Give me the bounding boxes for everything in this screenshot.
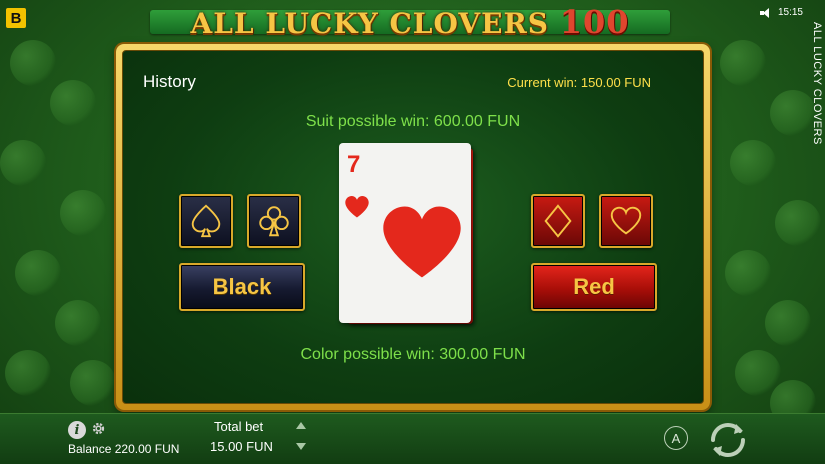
heart-button[interactable]: [599, 194, 653, 248]
club-button[interactable]: [247, 194, 301, 248]
history-label[interactable]: History: [143, 72, 196, 92]
diamond-button[interactable]: [531, 194, 585, 248]
red-button[interactable]: Red: [531, 263, 657, 311]
side-game-label: ALL LUCKY CLOVERS: [811, 22, 823, 145]
game-title-banner: ALL LUCKY CLOVERS 100: [150, 2, 670, 42]
club-icon: [259, 206, 289, 237]
diamond-icon: [544, 204, 572, 238]
playing-card: 7: [339, 143, 471, 323]
black-button[interactable]: Black: [179, 263, 305, 311]
heart-icon: [383, 206, 461, 278]
suit-possible-win: Suit possible win: 600.00 FUN: [305, 113, 521, 130]
spade-button[interactable]: [179, 194, 233, 248]
bet-decrease-icon[interactable]: [296, 443, 306, 450]
total-bet-value: 15.00 FUN: [210, 439, 273, 454]
balance-value: 220.00 FUN: [114, 442, 180, 456]
bottom-bar: i Balance 220.00 FUN Total bet 15.00 FUN…: [0, 413, 825, 464]
speaker-icon[interactable]: [759, 7, 772, 18]
brand-logo: B: [6, 8, 26, 28]
heart-icon: [345, 195, 369, 218]
gear-icon[interactable]: [91, 421, 106, 436]
spin-icon[interactable]: [705, 418, 751, 462]
bet-increase-icon[interactable]: [296, 422, 306, 429]
game-title-text: ALL LUCKY CLOVERS: [190, 7, 549, 40]
game-title: ALL LUCKY CLOVERS 100: [190, 3, 629, 41]
color-possible-win: Color possible win: 300.00 FUN: [300, 346, 526, 363]
info-icon[interactable]: i: [68, 421, 86, 439]
balance-label: Balance: [68, 442, 112, 456]
game-title-number: 100: [559, 3, 630, 41]
autoplay-button[interactable]: A: [664, 426, 688, 450]
card-rank: 7: [347, 151, 361, 178]
status-area: 15:15: [759, 7, 803, 18]
gamble-panel: History Current win: 150.00 FUN Suit pos…: [116, 44, 710, 410]
clock: 15:15: [777, 7, 803, 18]
balance: Balance 220.00 FUN: [68, 442, 179, 456]
spade-icon: [191, 204, 221, 238]
heart-icon: [610, 206, 642, 235]
gamble-panel-inner: History Current win: 150.00 FUN Suit pos…: [122, 50, 704, 404]
current-win: Current win: 150.00 FUN: [507, 75, 651, 90]
total-bet-label: Total bet: [214, 419, 264, 434]
